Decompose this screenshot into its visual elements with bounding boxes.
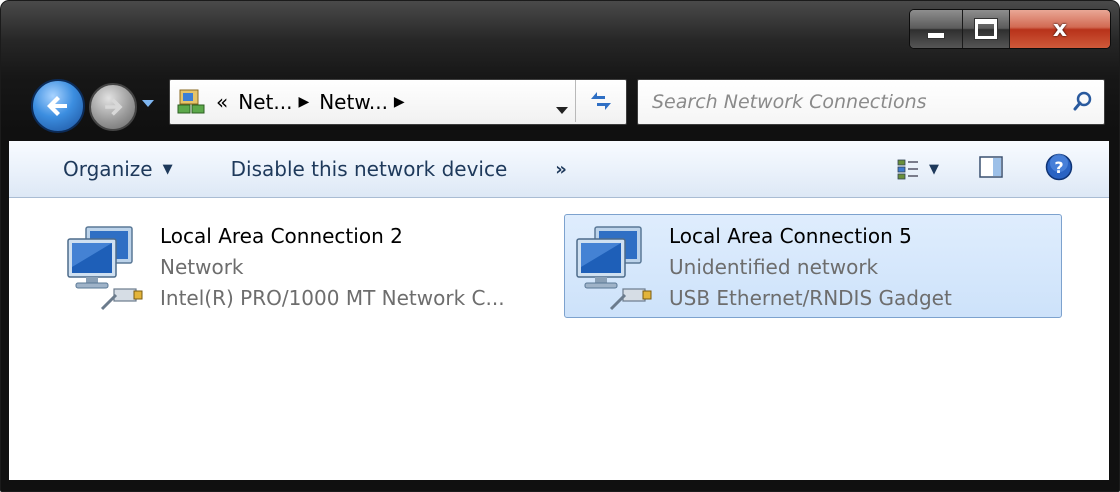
network-folder-icon [177,89,205,114]
network-connection-icon [576,226,652,311]
disable-device-label: Disable this network device [230,157,508,181]
address-history-dropdown[interactable] [556,96,568,120]
more-commands-button[interactable]: » [555,141,567,197]
change-view-button[interactable]: ▼ [897,158,939,180]
breadcrumb-label: Net... [238,90,293,114]
network-connection-icon [67,226,143,311]
minimize-button[interactable] [910,10,963,48]
organize-button[interactable]: Organize ▼ [63,141,173,197]
breadcrumb-overflow[interactable]: « [216,90,228,114]
maximize-button[interactable] [963,10,1010,48]
svg-text:?: ? [1054,158,1063,177]
search-icon[interactable] [1072,90,1094,112]
explorer-window: x « Net... ▶ Netw... ▶ Search Network Co… [0,0,1120,492]
chevron-down-icon: ▼ [162,161,173,177]
navigation-bar: « Net... ▶ Netw... ▶ Search Network Conn… [1,71,1119,133]
search-input[interactable]: Search Network Connections [652,91,927,113]
back-button[interactable] [31,79,85,133]
breadcrumb-network-internet[interactable]: Net... ▶ [238,90,309,114]
help-button[interactable]: ? [1045,153,1073,186]
connection-name: Local Area Connection 2 [160,224,403,248]
chevron-down-icon[interactable]: ▼ [929,162,939,177]
minimize-icon [927,31,945,39]
connection-status: Unidentified network [669,255,879,279]
caption-buttons: x [909,9,1111,49]
connections-list[interactable]: Local Area Connection 2 Network Intel(R)… [9,198,1109,480]
address-bar[interactable]: « Net... ▶ Netw... ▶ [169,79,627,125]
double-chevron-icon: » [555,158,567,180]
refresh-button[interactable] [575,80,626,122]
search-box[interactable]: Search Network Connections [637,79,1105,125]
close-icon: x [1052,16,1068,42]
connection-item[interactable]: Local Area Connection 2 Network Intel(R)… [55,214,553,318]
back-arrow-icon [47,96,67,116]
chevron-down-icon [142,100,154,107]
connection-details: Local Area Connection 5 Unidentified net… [669,221,952,314]
refresh-icon [591,92,611,110]
recent-pages-button[interactable] [141,97,155,111]
connection-item-selected[interactable]: Local Area Connection 5 Unidentified net… [564,214,1062,318]
organize-label: Organize [63,157,153,181]
preview-pane-button[interactable] [979,155,1003,183]
preview-pane-icon [979,155,1003,178]
breadcrumb-network-connections[interactable]: Netw... ▶ [319,90,404,114]
chevron-down-icon [556,107,568,114]
connection-status: Network [160,255,244,279]
change-view-icon [897,159,918,180]
breadcrumb-separator-icon: ▶ [298,94,310,110]
maximize-icon [975,19,997,39]
forward-arrow-icon [105,98,123,116]
command-bar: Organize ▼ Disable this network device »… [9,141,1109,198]
disable-device-button[interactable]: Disable this network device [231,141,508,197]
breadcrumb-separator-icon: ▶ [393,94,405,110]
forward-button[interactable] [89,83,137,131]
connection-adapter: Intel(R) PRO/1000 MT Network C... [160,286,505,310]
breadcrumb-label: Netw... [319,90,388,114]
connection-adapter: USB Ethernet/RNDIS Gadget [669,286,952,310]
connection-name: Local Area Connection 5 [669,224,912,248]
help-icon: ? [1045,153,1073,180]
connection-details: Local Area Connection 2 Network Intel(R)… [160,221,505,314]
command-bar-right: ▼ ? [897,141,1109,197]
close-button[interactable]: x [1010,10,1110,48]
